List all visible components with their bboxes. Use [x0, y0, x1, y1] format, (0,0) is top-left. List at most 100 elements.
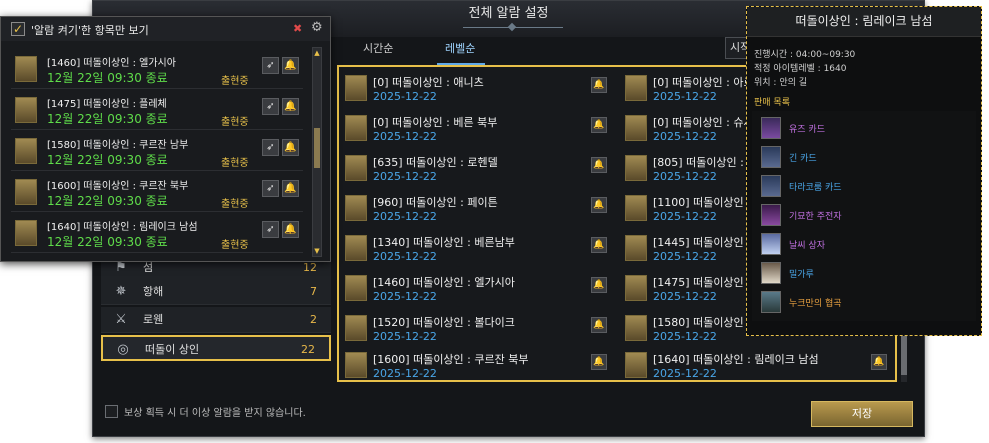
merchant-icon: ◎	[117, 342, 129, 357]
category-wandering-merchant[interactable]: ◎ 떠돌이 상인 22	[101, 335, 331, 361]
merchant-portrait	[345, 352, 367, 378]
only-alarm-on-checkbox[interactable]: ✓	[11, 22, 25, 36]
category-count: 2	[310, 313, 317, 326]
merchant-portrait	[15, 138, 37, 164]
teleport-icon[interactable]: ➶	[262, 139, 279, 156]
alarm-item-name: [1460] 떠돌이상인 : 엘가시아	[47, 58, 176, 69]
alarm-item[interactable]: [1460] 떠돌이상인 : 엘가시아 12월 22일 09:30 종료 출현중…	[11, 51, 303, 89]
alarm-item-time: 12월 22일 09:30 종료	[47, 71, 168, 85]
scroll-down-icon[interactable]: ▼	[313, 246, 321, 256]
bell-icon[interactable]: 🔔	[282, 221, 299, 238]
merchant-cell[interactable]: [1600] 떠돌이상인 : 쿠르잔 북부 2025-12-22 🔔	[339, 348, 613, 386]
bell-icon[interactable]: 🔔	[591, 117, 607, 133]
merchant-portrait	[625, 75, 647, 101]
only-alarm-on-label: '알람 켜기'한 항목만 보기	[31, 24, 149, 37]
teleport-icon[interactable]: ➶	[262, 180, 279, 197]
merchant-portrait	[15, 56, 37, 82]
alarm-item-name: [1475] 떠돌이상인 : 플레체	[47, 99, 167, 110]
bell-icon[interactable]: 🔔	[591, 277, 607, 293]
tab-sort-time[interactable]: 시간순	[363, 39, 393, 63]
merchant-name: [1520] 떠돌이상인 : 볼다이크	[373, 316, 515, 329]
bell-icon[interactable]: 🔔	[591, 157, 607, 173]
merchant-name: [635] 떠돌이상인 : 로헨델	[373, 156, 498, 169]
bell-icon[interactable]: 🔔	[591, 317, 607, 333]
alarm-item-time: 12월 22일 09:30 종료	[47, 235, 168, 249]
merchant-portrait	[625, 235, 647, 261]
merchant-cell[interactable]: [960] 떠돌이상인 : 페이튼 2025-12-22 🔔	[339, 191, 613, 229]
alarm-item-status: 출현중	[221, 199, 249, 210]
bell-icon[interactable]: 🔔	[282, 180, 299, 197]
bell-icon[interactable]: 🔔	[591, 237, 607, 253]
merchant-name: [0] 떠돌이상인 : 슈사	[653, 116, 754, 129]
category-label: 떠돌이 상인	[145, 343, 200, 356]
grid-scroll-thumb[interactable]	[901, 335, 907, 375]
alarm-on-popup: ✓ '알람 켜기'한 항목만 보기 ✖ ⚙ [1460] 떠돌이상인 : 엘가시…	[0, 16, 331, 262]
merchant-portrait	[625, 352, 647, 378]
sale-item-name: 기묘한 주전자	[789, 212, 842, 222]
category-voyage[interactable]: ✵ 항해 7	[101, 279, 331, 305]
pin-icon[interactable]: ✖	[293, 22, 302, 35]
alarm-scroll-thumb[interactable]	[314, 128, 320, 168]
merchant-cell[interactable]: [0] 떠돌이상인 : 애니츠 2025-12-22 🔔	[339, 71, 613, 109]
category-count: 22	[301, 343, 315, 356]
tooltip-sales-list	[752, 111, 976, 321]
merchant-name: [960] 떠돌이상인 : 페이튼	[373, 196, 498, 209]
merchant-portrait	[625, 275, 647, 301]
merchant-cell[interactable]: [1460] 떠돌이상인 : 엘가시아 2025-12-22 🔔	[339, 271, 613, 309]
merchant-date: 2025-12-22	[653, 170, 717, 183]
bell-icon[interactable]: 🔔	[871, 354, 887, 370]
bell-icon[interactable]: 🔔	[282, 139, 299, 156]
category-label: 로웬	[143, 313, 164, 326]
bell-icon[interactable]: 🔔	[282, 57, 299, 74]
alarm-item-status: 출현중	[221, 240, 249, 251]
alarm-item-time: 12월 22일 09:30 종료	[47, 153, 168, 167]
tooltip-sales-title: 판매 목록	[754, 98, 790, 108]
bell-icon[interactable]: 🔔	[591, 354, 607, 370]
tab-sort-level[interactable]: 레벨순	[436, 39, 486, 65]
merchant-cell[interactable]: [0] 떠돌이상인 : 베른 북부 2025-12-22 🔔	[339, 111, 613, 149]
merchant-name: [1445] 떠돌이상인 :	[653, 236, 751, 249]
bell-icon[interactable]: 🔔	[591, 77, 607, 93]
box-icon	[761, 233, 781, 255]
scroll-up-icon[interactable]: ▲	[313, 48, 321, 58]
alarm-item[interactable]: [1475] 떠돌이상인 : 플레체 12월 22일 09:30 종료 출현중 …	[11, 92, 303, 130]
category-rowen[interactable]: ⚔ 로웬 2	[101, 307, 331, 333]
merchant-portrait	[345, 275, 367, 301]
merchant-name: [1460] 떠돌이상인 : 엘가시아	[373, 276, 515, 289]
merchant-date: 2025-12-22	[653, 250, 717, 263]
gear-icon[interactable]: ⚙	[311, 20, 323, 35]
merchant-cell[interactable]: [635] 떠돌이상인 : 로헨델 2025-12-22 🔔	[339, 151, 613, 189]
alarm-item[interactable]: [1600] 떠돌이상인 : 쿠르잔 북부 12월 22일 09:30 종료 출…	[11, 174, 303, 212]
alarm-item-time: 12월 22일 09:30 종료	[47, 112, 168, 126]
teleport-icon[interactable]: ➶	[262, 57, 279, 74]
merchant-date: 2025-12-22	[653, 90, 717, 103]
merchant-date: 2025-12-22	[373, 250, 437, 263]
merchant-date: 2025-12-22	[373, 90, 437, 103]
merchant-portrait	[345, 155, 367, 181]
teleport-icon[interactable]: ➶	[262, 221, 279, 238]
merchant-portrait	[345, 195, 367, 221]
bell-icon[interactable]: 🔔	[591, 197, 607, 213]
sale-item-name: 유즈 카드	[789, 125, 825, 135]
alarm-item[interactable]: [1640] 떠돌이상인 : 림레이크 남섬 12월 22일 09:30 종료 …	[11, 215, 303, 253]
tooltip-title: 떠돌이상인 : 림레이크 남섬	[747, 7, 981, 37]
no-more-alarm-checkbox[interactable]	[105, 405, 118, 418]
sale-item-name: 밀가루	[789, 270, 814, 280]
merchant-date: 2025-12-22	[373, 130, 437, 143]
teleport-icon[interactable]: ➶	[262, 98, 279, 115]
merchant-cell[interactable]: [1640] 떠돌이상인 : 림레이크 남섬 2025-12-22 🔔	[619, 348, 893, 386]
alarm-item[interactable]: [1580] 떠돌이상인 : 쿠르잔 남부 12월 22일 09:30 종료 출…	[11, 133, 303, 171]
merchant-portrait	[625, 115, 647, 141]
merchant-cell[interactable]: [1520] 떠돌이상인 : 볼다이크 2025-12-22 🔔	[339, 311, 613, 349]
merchant-portrait	[345, 75, 367, 101]
flag-icon: ⚑	[115, 260, 127, 275]
merchant-cell[interactable]: [1340] 떠돌이상인 : 베른남부 2025-12-22 🔔	[339, 231, 613, 269]
save-button[interactable]: 저장	[811, 401, 913, 427]
bell-icon[interactable]: 🔔	[282, 98, 299, 115]
alarm-scrollbar[interactable]: ▲ ▼	[312, 47, 322, 257]
tooltip-item-level: 적정 아이템레벨 : 1640	[754, 64, 847, 74]
merchant-name: [0] 떠돌이상인 : 베른 북부	[373, 116, 498, 129]
merchant-name: [1340] 떠돌이상인 : 베른남부	[373, 236, 515, 249]
merchant-name: [1580] 떠돌이상인 :	[653, 316, 751, 329]
merchant-name: [1640] 떠돌이상인 : 림레이크 남섬	[653, 353, 819, 366]
